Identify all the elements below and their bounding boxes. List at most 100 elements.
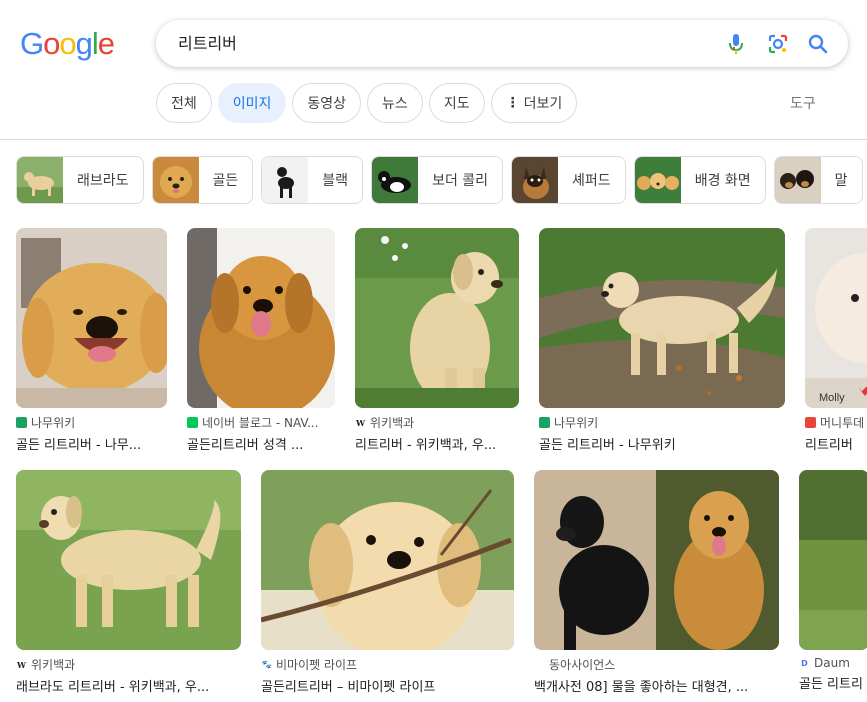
result-source-name: 동아사이언스 xyxy=(549,658,616,672)
favicon-icon xyxy=(539,417,550,428)
image-result[interactable]: 나무위키골든 리트리버 - 나무위키 xyxy=(539,228,785,453)
favicon-icon xyxy=(534,659,545,670)
tab-5[interactable]: ⋮ 더보기 xyxy=(490,83,578,123)
tab-3[interactable]: 뉴스 xyxy=(367,83,423,123)
result-source[interactable]: W 위키백과 xyxy=(16,656,241,673)
chip-0[interactable]: 래브라도 xyxy=(16,156,144,204)
result-image[interactable] xyxy=(534,470,779,650)
favicon-icon: D xyxy=(799,657,810,669)
chip-1[interactable]: 골든 xyxy=(151,156,254,204)
tab-label: 지도 xyxy=(443,96,470,112)
chip-label: 배경 화면 xyxy=(694,173,751,189)
chip-6[interactable]: 말 xyxy=(773,156,863,204)
tools-button[interactable]: 도구 xyxy=(790,93,816,113)
more-vert-icon: ⋮ xyxy=(505,95,520,111)
result-source[interactable]: 🐾 비마이펫 라이프 xyxy=(261,656,514,673)
favicon-icon: W xyxy=(355,417,366,428)
search-icon[interactable] xyxy=(805,31,831,57)
chip-thumbnail xyxy=(372,157,419,203)
result-title[interactable]: 리트리버 - 위키백과, 우... xyxy=(355,434,519,453)
image-result[interactable]: 동아사이언스백개사전 08] 물을 좋아하는 대형견, ... xyxy=(534,470,779,695)
result-title[interactable]: 골든 리트리버 - 나무... xyxy=(16,434,167,453)
tab-label: 더보기 xyxy=(523,96,563,112)
logo-letter: o xyxy=(59,26,76,61)
result-title[interactable]: 골든 리트리버 - 나무위키 xyxy=(539,434,785,453)
logo-letter: o xyxy=(43,26,60,61)
result-title[interactable]: 리트리버 xyxy=(805,434,867,453)
result-image[interactable] xyxy=(187,228,335,408)
result-source[interactable]: D Daum xyxy=(799,656,867,670)
result-source-name: 네이버 블로그 - NAV... xyxy=(202,416,319,430)
chip-label: 래브라도 xyxy=(77,173,129,189)
logo-letter: G xyxy=(20,26,44,61)
tab-2[interactable]: 동영상 xyxy=(292,83,362,123)
result-title[interactable]: 골든리트리버 성격 ... xyxy=(187,434,335,453)
chip-4[interactable]: 셰퍼드 xyxy=(511,156,626,204)
result-image[interactable] xyxy=(16,228,167,408)
favicon-icon xyxy=(187,417,198,428)
chip-thumbnail xyxy=(634,157,681,203)
result-source[interactable]: 나무위키 xyxy=(16,414,167,431)
logo-letter: e xyxy=(97,26,115,61)
image-result[interactable]: 나무위키골든 리트리버 - 나무... xyxy=(16,228,167,453)
image-watermark: Molly xyxy=(819,392,845,404)
chip-label: 골든 xyxy=(212,173,239,189)
result-source[interactable]: W 위키백과 xyxy=(355,414,519,431)
chip-label: 말 xyxy=(834,173,848,189)
result-image[interactable] xyxy=(261,470,514,650)
result-source-name: 위키백과 xyxy=(31,658,76,672)
camera-lens-icon[interactable] xyxy=(765,31,791,57)
image-result[interactable]: W 위키백과래브라도 리트리버 - 위키백과, 우... xyxy=(16,470,241,695)
image-result[interactable]: 🐾 비마이펫 라이프골든리트리버 – 비마이펫 라이프 xyxy=(261,470,514,695)
result-title[interactable]: 백개사전 08] 물을 좋아하는 대형견, ... xyxy=(534,676,779,695)
chip-5[interactable]: 배경 화면 xyxy=(633,156,766,204)
result-title[interactable]: 골든 리트리 xyxy=(799,673,867,692)
chip-thumbnail xyxy=(262,157,309,203)
result-source-name: 비마이펫 라이프 xyxy=(276,658,358,672)
search-tabs: 전체 이미지 동영상 뉴스 지도 ⋮ 더보기 xyxy=(156,83,578,123)
chip-2[interactable]: 블랙 xyxy=(261,156,364,204)
header-divider xyxy=(0,139,867,140)
result-source-name: 나무위키 xyxy=(554,416,599,430)
result-source-name: 위키백과 xyxy=(370,416,415,430)
result-source[interactable]: 동아사이언스 xyxy=(534,656,779,673)
result-source-name: 나무위키 xyxy=(31,416,76,430)
chip-thumbnail xyxy=(152,157,199,203)
result-source[interactable]: 머니투데 xyxy=(805,414,867,431)
image-result[interactable]: W 위키백과리트리버 - 위키백과, 우... xyxy=(355,228,519,453)
tab-1[interactable]: 이미지 xyxy=(217,83,287,123)
chip-thumbnail xyxy=(512,157,559,203)
favicon-icon xyxy=(16,417,27,428)
chip-thumbnail xyxy=(774,157,821,203)
tab-label: 전체 xyxy=(171,96,197,112)
result-title[interactable]: 골든리트리버 – 비마이펫 라이프 xyxy=(261,676,514,695)
result-source-name: Daum xyxy=(814,656,850,670)
tab-4[interactable]: 지도 xyxy=(428,83,485,123)
result-image[interactable]: Molly xyxy=(805,228,867,408)
tab-label: 이미지 xyxy=(232,96,272,112)
result-image[interactable] xyxy=(539,228,785,408)
image-result[interactable]: Molly 머니투데리트리버 xyxy=(805,228,867,453)
result-image[interactable] xyxy=(16,470,241,650)
search-input[interactable] xyxy=(178,32,698,51)
favicon-icon: 🐾 xyxy=(261,659,272,670)
tab-label: 뉴스 xyxy=(382,96,408,112)
search-box[interactable] xyxy=(156,20,848,67)
refinement-chips: 래브라도 골든 블랙 보더 콜리 셰퍼드 배경 화면 말 xyxy=(16,156,863,204)
chip-3[interactable]: 보더 콜리 xyxy=(371,156,504,204)
result-source-name: 머니투데 xyxy=(820,416,865,430)
chip-label: 보더 콜리 xyxy=(432,173,489,189)
mic-icon[interactable] xyxy=(723,31,749,57)
image-result[interactable]: 네이버 블로그 - NAV... 골든리트리버 성격 ... xyxy=(187,228,335,453)
logo-letter: g xyxy=(75,26,93,61)
result-source[interactable]: 나무위키 xyxy=(539,414,785,431)
image-result[interactable]: D Daum 골든 리트리 xyxy=(799,470,867,692)
favicon-icon: W xyxy=(16,659,27,670)
result-title[interactable]: 래브라도 리트리버 - 위키백과, 우... xyxy=(16,676,241,695)
tab-0[interactable]: 전체 xyxy=(156,83,212,123)
chip-label: 블랙 xyxy=(322,173,349,189)
result-source[interactable]: 네이버 블로그 - NAV... xyxy=(187,414,335,431)
google-logo[interactable]: Google xyxy=(20,26,115,62)
result-image[interactable] xyxy=(799,470,867,650)
result-image[interactable] xyxy=(355,228,519,408)
